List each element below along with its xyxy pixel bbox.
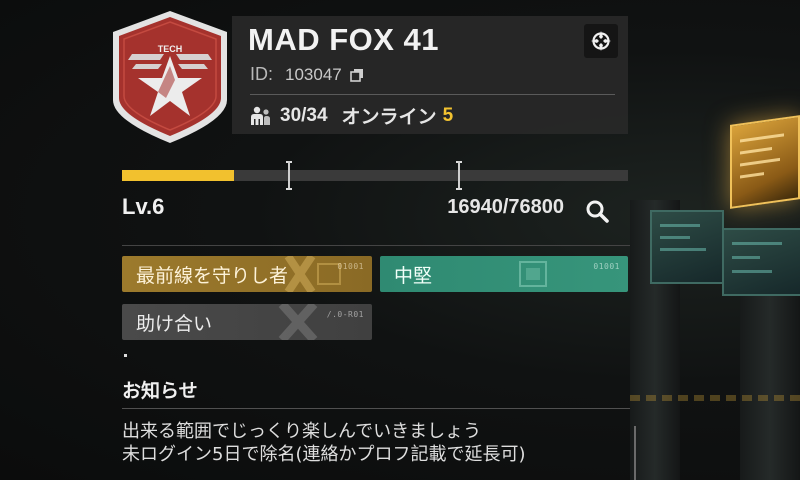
online-count: 5: [442, 104, 454, 126]
xp-value: 16940/76800: [447, 196, 564, 218]
member-count: 30/34: [280, 104, 328, 126]
notice-line: 出来る範囲でじっくり楽しんでいきましょう: [122, 421, 482, 442]
online-label: オンライン: [341, 107, 437, 128]
team-tag-mutual-help[interactable]: 助け合い /.0-R01: [122, 304, 372, 340]
xp-milestone-marker: [286, 161, 292, 190]
xp-milestone-marker: [456, 161, 462, 190]
tag-code: 01001: [593, 262, 620, 271]
member-count-row: 30/34 オンライン 5: [250, 102, 453, 129]
separator-dot: [124, 354, 127, 357]
header-divider: [250, 94, 615, 95]
search-icon: [586, 200, 609, 223]
settings-icon: [591, 31, 611, 51]
tag-decoration-icon: [519, 261, 547, 287]
team-level: Lv.6: [122, 194, 165, 219]
background-scene: [630, 110, 800, 480]
copy-icon[interactable]: [349, 68, 364, 82]
background-monitor-green: [650, 210, 724, 284]
notice-scrollbar[interactable]: [634, 426, 636, 480]
team-id-row: ID: 103047: [250, 64, 364, 85]
team-tag-intermediate[interactable]: 中堅 01001: [380, 256, 628, 292]
id-label: ID:: [250, 64, 274, 84]
tag-code: 01001: [337, 262, 364, 271]
notice-line: 未ログイン5日で除名(連絡かプロフ記載で延長可): [122, 444, 526, 465]
emblem-text: TECH: [158, 44, 183, 54]
xp-progress-bar: [122, 161, 628, 190]
team-emblem-icon: TECH: [113, 11, 227, 143]
background-monitor-yellow: [730, 115, 800, 209]
notice-body: 出来る範囲でじっくり楽しんでいきましょう 未ログイン5日で除名(連絡かプロフ記載…: [122, 420, 627, 466]
team-tag-frontline[interactable]: 最前線を守りし者 01001: [122, 256, 372, 292]
tag-code: /.0-R01: [326, 310, 364, 319]
section-divider: [122, 245, 630, 246]
team-id-value: 103047: [285, 64, 342, 84]
tag-label: 最前線を守りし者: [136, 264, 289, 287]
notice-divider: [122, 408, 630, 409]
settings-button[interactable]: [584, 24, 618, 58]
notice-heading: お知らせ: [122, 380, 198, 402]
level-details-button[interactable]: [582, 196, 612, 226]
tag-label: 助け合い: [136, 312, 213, 335]
team-name: MAD FOX 41: [248, 22, 440, 57]
xp-progress-fill: [122, 170, 234, 181]
tag-label: 中堅: [394, 264, 433, 287]
background-monitor-green-2: [722, 228, 800, 296]
members-icon: [251, 106, 270, 125]
